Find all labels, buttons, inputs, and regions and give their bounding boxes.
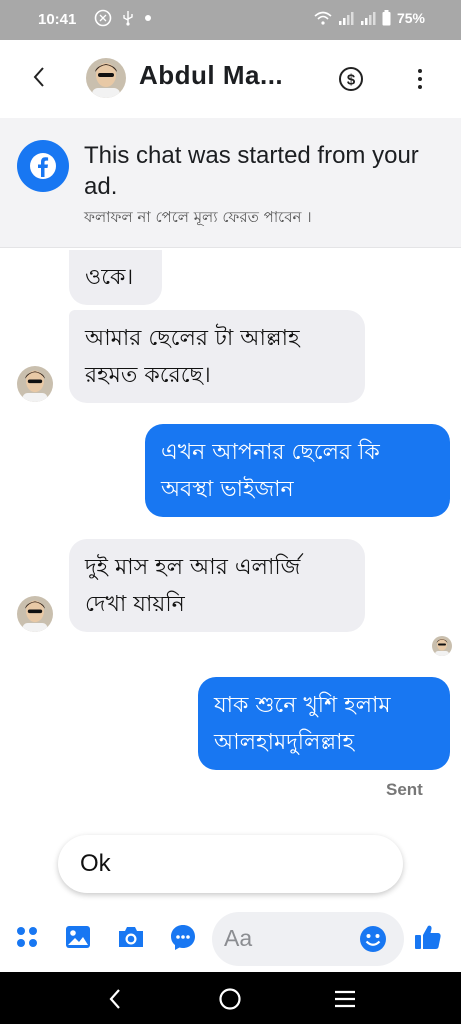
like-button[interactable]	[413, 922, 443, 952]
message-input[interactable]: Aa	[212, 912, 404, 966]
contact-name[interactable]: Abdul Ma...	[139, 60, 283, 91]
message-text-line: রহমত করেছে।	[85, 362, 211, 388]
nav-home-button[interactable]	[215, 984, 245, 1014]
contact-avatar-small[interactable]	[17, 366, 53, 402]
more-dot	[418, 77, 422, 81]
avatar-image	[17, 596, 53, 632]
message-bubble-incoming[interactable]: ওকে।	[69, 250, 162, 305]
avatar-image	[432, 636, 452, 656]
dot-icon	[145, 15, 151, 21]
read-receipt-avatar	[432, 636, 452, 656]
image-icon	[66, 926, 90, 948]
do-not-disturb-icon	[94, 9, 112, 27]
chevron-left-icon	[33, 67, 44, 87]
ad-origin-banner: This chat was started from your ad. ফলাফ…	[0, 118, 461, 248]
quick-reply-chip[interactable]: Ok	[58, 835, 403, 893]
emoji-button[interactable]	[358, 924, 388, 954]
facebook-logo-icon	[30, 153, 56, 179]
status-notification-icons	[94, 9, 152, 27]
more-actions-button[interactable]	[12, 922, 42, 952]
back-button[interactable]	[24, 62, 54, 92]
battery-icon	[382, 10, 391, 26]
avatar-image	[17, 366, 53, 402]
ad-banner-subtitle: ফলাফল না পেলে মূল্য ফেরত পাবেন ।	[84, 208, 312, 226]
camera-button[interactable]	[116, 922, 146, 952]
wifi-icon	[314, 11, 332, 25]
system-navigation-bar	[0, 972, 461, 1024]
avatar-image	[86, 58, 126, 98]
message-bubble-incoming[interactable]: আমার ছেলের টা আল্লাহ রহমত করেছে।	[69, 310, 365, 403]
more-dot	[418, 69, 422, 73]
more-options-button[interactable]	[405, 64, 435, 94]
message-text-line: আলহামদুলিল্লাহ	[214, 729, 355, 755]
chat-bubble-icon	[171, 925, 195, 950]
message-composer: Aa	[0, 906, 461, 972]
message-text: ওকে।	[85, 265, 134, 290]
ad-banner-title: This chat was started from your ad.	[84, 142, 419, 200]
camera-icon	[119, 927, 143, 947]
more-dot	[418, 85, 422, 89]
signal-icon-2	[360, 12, 376, 25]
gallery-button[interactable]	[63, 922, 93, 952]
message-bubble-incoming[interactable]: দুই মাস হল আর এলার্জি দেখা যায়নি	[69, 539, 365, 632]
svg-text:$: $	[347, 72, 356, 89]
four-dots-icon	[17, 927, 37, 947]
message-text-line: দুই মাস হল আর এলার্জি	[85, 554, 301, 580]
status-system-icons: 75%	[314, 10, 425, 26]
message-text-line: এখন আপনার ছেলের কি	[161, 439, 380, 465]
message-text-line: যাক শুনে খুশি হলাম	[214, 692, 391, 718]
nav-recents-icon	[335, 990, 355, 1008]
quick-reply-text: Ok	[80, 850, 111, 877]
message-bubble-outgoing[interactable]: এখন আপনার ছেলের কি অবস্থা ভাইজান	[145, 424, 450, 517]
nav-home-icon	[219, 988, 241, 1010]
dollar-circle-icon: $	[339, 67, 363, 91]
nav-back-button[interactable]	[100, 984, 130, 1014]
status-bar: 10:41 75%	[0, 0, 461, 40]
message-bubble-outgoing[interactable]: যাক শুনে খুশি হলাম আলহামদুলিল্লাহ	[198, 677, 450, 770]
chat-bubble-button[interactable]	[168, 922, 198, 952]
chat-header: Abdul Ma... $	[0, 40, 461, 118]
status-time: 10:41	[38, 11, 77, 28]
message-input-placeholder: Aa	[224, 925, 253, 951]
message-text-line: দেখা যায়নি	[85, 591, 185, 617]
usb-icon	[123, 11, 133, 26]
contact-avatar[interactable]	[86, 58, 126, 98]
battery-level: 75%	[396, 10, 425, 26]
nav-back-icon	[109, 989, 120, 1009]
message-text-line: আমার ছেলের টা আল্লাহ	[85, 325, 300, 351]
signal-icon-1	[338, 12, 354, 25]
thumbs-up-icon	[415, 925, 441, 949]
message-sent-status: Sent	[386, 780, 423, 799]
payment-button[interactable]: $	[336, 64, 366, 94]
nav-recents-button[interactable]	[330, 984, 360, 1014]
smiley-icon	[360, 926, 386, 952]
message-text-line: অবস্থা ভাইজান	[161, 476, 294, 502]
contact-avatar-small[interactable]	[17, 596, 53, 632]
facebook-icon	[17, 140, 69, 192]
